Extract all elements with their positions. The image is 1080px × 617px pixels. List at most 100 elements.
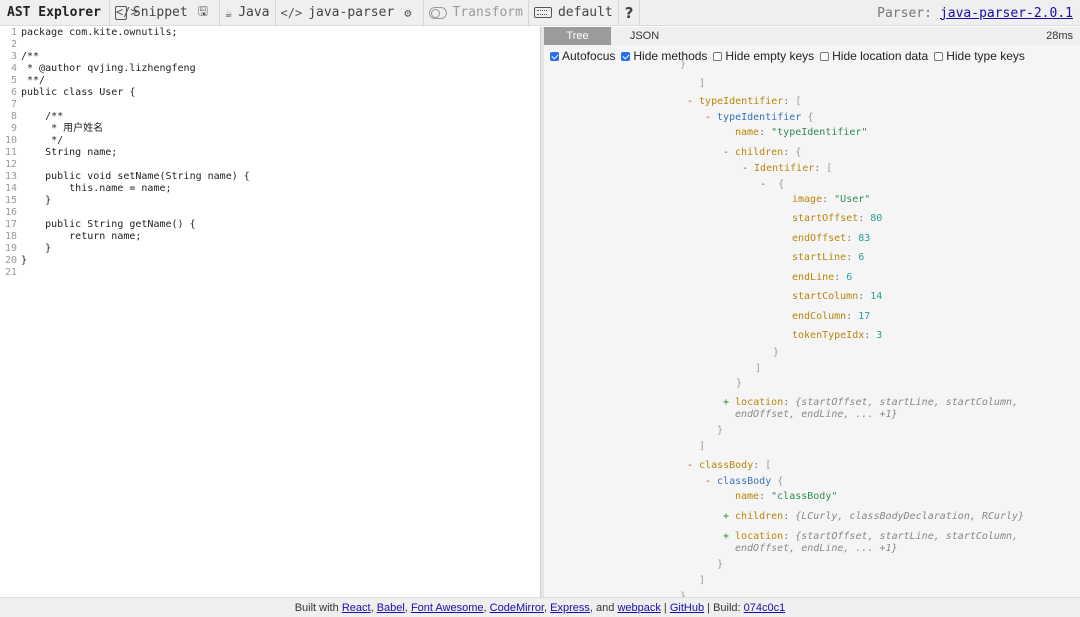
code-line[interactable]: 20} (0, 255, 540, 267)
tree-node-children[interactable]: - children: { (723, 147, 801, 159)
build-label: | Build: (707, 602, 741, 614)
code-line[interactable]: 12 (0, 159, 540, 171)
save-button[interactable]: 🖫 (193, 0, 219, 26)
build-hash-link[interactable]: 074c0c1 (744, 602, 786, 614)
tab-tree[interactable]: Tree (544, 27, 611, 45)
code-editor[interactable]: 1 package com.kite.ownutils; 2 3/** 4 * @aut… (0, 27, 540, 597)
line-number: 9 (10, 123, 17, 134)
line-number: 6 (10, 87, 17, 98)
tree-node-children[interactable]: + children: {LCurly, classBodyDeclaration… (723, 511, 1024, 523)
code-line[interactable]: 2 (0, 39, 540, 51)
option-hide-methods[interactable]: Hide methods (621, 49, 707, 63)
keymap-select[interactable]: default (529, 0, 618, 26)
tree-prop-image: image: "User" (792, 194, 871, 205)
code-line[interactable]: 18 return name; (0, 231, 540, 243)
expand-toggle[interactable]: + (723, 531, 729, 542)
code-line[interactable]: 6 public class User { (0, 87, 540, 99)
parser-info: Parser: java-parser-2.0.1 (877, 0, 1073, 26)
react-link[interactable]: React (342, 602, 371, 614)
codemirror-link[interactable]: CodeMirror (490, 602, 544, 614)
tree-bracket: ] (699, 441, 706, 452)
line-number: 19 (4, 243, 17, 254)
parser-settings-button[interactable]: ⚙ (399, 0, 422, 26)
collapse-toggle[interactable]: - (687, 96, 693, 107)
code-line[interactable]: 21 (0, 267, 540, 279)
tree-value: 6 (846, 272, 853, 283)
line-number: 14 (4, 183, 17, 194)
transform-toggle[interactable]: Transform (424, 0, 528, 26)
code-line[interactable]: 19 } (0, 243, 540, 255)
checkbox[interactable] (713, 51, 723, 61)
checkbox[interactable] (621, 51, 631, 61)
code-line[interactable]: 8 /** (0, 111, 540, 123)
code-line[interactable]: 9 * 用户姓名 (0, 123, 540, 135)
code-line[interactable]: 1 package com.kite.ownutils; (0, 27, 540, 39)
express-link[interactable]: Express (550, 602, 590, 614)
expand-toggle[interactable]: + (723, 397, 729, 408)
collapse-toggle[interactable]: - (687, 460, 693, 471)
code-line[interactable]: 10 */ (0, 135, 540, 147)
tree-prop-tokenTypeIdx: tokenTypeIdx: 3 (792, 330, 883, 341)
checkbox[interactable] (934, 51, 944, 61)
line-number: 2 (10, 39, 17, 50)
collapse-toggle[interactable]: - (742, 163, 748, 174)
option-autofocus[interactable]: Autofocus (550, 49, 615, 63)
line-number: 1 (10, 27, 17, 38)
code-line[interactable]: 13 public void setName(String name) { (0, 171, 540, 183)
tree-options: Autofocus Hide methods Hide empty keys H… (544, 45, 1080, 67)
code-line[interactable]: 14 this.name = name; (0, 183, 540, 195)
collapse-toggle[interactable]: - (705, 476, 711, 487)
parser-label: java-parser (308, 5, 395, 20)
checkbox[interactable] (820, 51, 830, 61)
option-hide-location-data[interactable]: Hide location data (820, 49, 928, 63)
tree-node-classBody[interactable]: - classBody: [ (687, 460, 771, 472)
code-line[interactable]: 7 (0, 99, 540, 111)
parser-info-label: Parser: (877, 5, 932, 21)
code-line[interactable]: 15 } (0, 195, 540, 207)
tab-json[interactable]: JSON (611, 27, 678, 45)
snippet-menu[interactable]: </> Snippet (110, 0, 193, 26)
parser-version-link[interactable]: java-parser-2.0.1 (940, 6, 1073, 21)
tree-node-Identifier[interactable]: - Identifier: [ (742, 163, 832, 175)
code-line[interactable]: 4 * @author qvjing.lizhengfeng (0, 63, 540, 75)
collapse-toggle[interactable]: - (760, 179, 766, 190)
tree-summary: endOffset, endLine, ... +1} (735, 543, 898, 554)
tree-node-classBody-object[interactable]: - classBody { (705, 476, 783, 488)
code-line[interactable]: 16 (0, 207, 540, 219)
app-title: AST Explorer (7, 5, 101, 20)
tree-node-typeIdentifier[interactable]: - typeIdentifier: [ (687, 96, 801, 108)
tree-bracket: ] (755, 363, 762, 374)
webpack-link[interactable]: webpack (617, 602, 660, 614)
collapse-toggle[interactable]: - (705, 112, 711, 123)
fontawesome-link[interactable]: Font Awesome (411, 602, 484, 614)
toggle-icon (428, 6, 447, 19)
line-number: 11 (4, 147, 17, 158)
collapse-toggle[interactable]: - (723, 147, 729, 158)
expand-toggle[interactable]: + (723, 511, 729, 522)
help-button[interactable]: ? (619, 0, 640, 26)
github-link[interactable]: GitHub (670, 602, 704, 614)
tree-node-location[interactable]: + location: {startOffset, startLine, star… (723, 397, 1018, 409)
line-number: 16 (4, 207, 17, 218)
tree-bracket: ] (699, 78, 706, 89)
code-line[interactable]: 17 public String getName() { (0, 219, 540, 231)
option-hide-type-keys[interactable]: Hide type keys (934, 49, 1025, 63)
gear-icon: ⚙ (404, 5, 412, 20)
code-line[interactable]: 5 **/ (0, 75, 540, 87)
option-label: Hide empty keys (725, 49, 815, 63)
tree-key: startColumn (792, 291, 859, 302)
tree-node-token[interactable]: - { (760, 179, 784, 191)
tree-prop-startLine: startLine: 6 (792, 252, 865, 263)
code-line[interactable]: 3 /** (0, 51, 540, 63)
tree-key: image (792, 194, 823, 205)
tree-node-location[interactable]: + location: {startOffset, startLine, star… (723, 531, 1018, 543)
code-icon: </> (280, 5, 303, 20)
code-line[interactable]: 11 String name; (0, 147, 540, 159)
parser-select[interactable]: </> java-parser (276, 0, 400, 26)
checkbox[interactable] (550, 51, 559, 61)
babel-link[interactable]: Babel (377, 602, 405, 614)
tree-node-typeIdentifier-object[interactable]: - typeIdentifier { (705, 112, 813, 124)
tree-summary: {startOffset, startLine, startColumn, (795, 531, 1019, 542)
option-hide-empty-keys[interactable]: Hide empty keys (713, 49, 814, 63)
language-select[interactable]: ☕ Java (220, 0, 275, 26)
